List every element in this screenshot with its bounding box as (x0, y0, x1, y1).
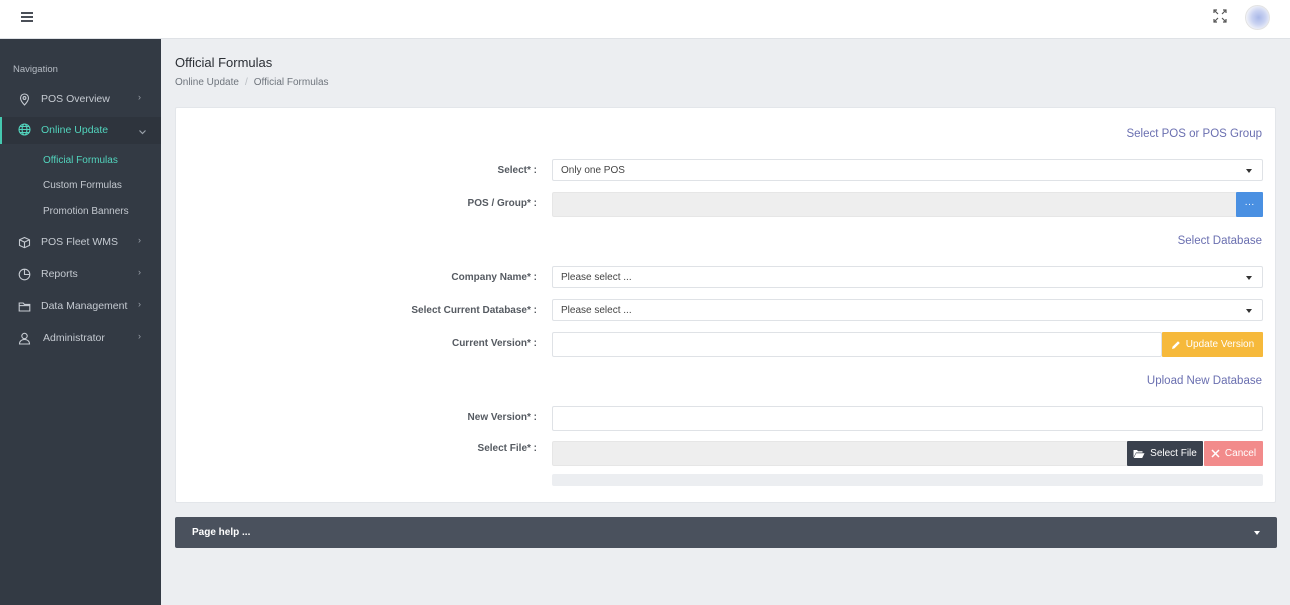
sidebar-item-label: POS Overview (41, 93, 110, 105)
caret-down-icon (1246, 276, 1252, 280)
select-type-value: Only one POS (561, 165, 625, 176)
pos-group-browse-button[interactable]: ··· (1236, 192, 1263, 217)
chevron-right-icon: › (138, 235, 141, 245)
upload-progress-bar (552, 474, 1263, 486)
current-version-input[interactable] (552, 332, 1162, 357)
map-pin-icon (19, 93, 30, 106)
current-version-label: Current Version* : (451, 338, 537, 349)
hamburger-icon[interactable] (21, 12, 33, 24)
page-help-panel[interactable]: Page help ... (175, 517, 1277, 548)
pencil-icon (1171, 340, 1180, 349)
sidebar-item-label: Administrator (43, 332, 105, 344)
current-database-value: Please select ... (561, 305, 632, 316)
sidebar-item-pos-fleet-wms[interactable]: POS Fleet WMS › (0, 230, 161, 255)
select-file-button[interactable]: Select File (1127, 441, 1203, 466)
form-card: Select POS or POS Group Select* : Only o… (175, 107, 1276, 503)
pos-group-label: POS / Group* : (467, 198, 537, 209)
section-link-upload-database[interactable]: Upload New Database (1147, 375, 1262, 387)
file-path-input[interactable] (552, 441, 1128, 466)
breadcrumb-separator: / (244, 77, 248, 88)
sidebar-subitem-promotion-banners[interactable]: Promotion Banners (43, 206, 129, 217)
sidebar: Navigation POS Overview › Online Update … (0, 39, 161, 605)
section-link-select-database[interactable]: Select Database (1178, 235, 1262, 247)
chevron-right-icon: › (138, 92, 141, 102)
chevron-right-icon: › (138, 267, 141, 277)
select-file-label-text: Select File (1150, 448, 1197, 459)
new-version-input[interactable] (552, 406, 1263, 431)
caret-down-icon (1246, 169, 1252, 173)
section-link-select-pos[interactable]: Select POS or POS Group (1126, 128, 1262, 140)
box-icon (18, 236, 31, 249)
sidebar-item-label: Reports (41, 268, 78, 280)
pos-group-input[interactable] (552, 192, 1237, 217)
sidebar-item-reports[interactable]: Reports › (0, 262, 161, 287)
caret-down-icon (1254, 531, 1260, 535)
chevron-right-icon: › (138, 331, 141, 341)
cancel-button[interactable]: Cancel (1204, 441, 1263, 466)
sidebar-item-label: POS Fleet WMS (41, 236, 119, 248)
select-label: Select* : (497, 165, 537, 176)
company-dropdown[interactable]: Please select ... (552, 266, 1263, 288)
sidebar-item-online-update[interactable]: Online Update (0, 117, 161, 144)
update-version-button[interactable]: Update Version (1162, 332, 1263, 357)
select-file-label: Select File* : (477, 443, 537, 454)
page-help-label: Page help ... (192, 527, 251, 538)
breadcrumb-item[interactable]: Online Update (175, 77, 239, 88)
folder-icon (18, 302, 31, 312)
page-title: Official Formulas (175, 55, 273, 70)
expand-icon[interactable] (1213, 9, 1227, 23)
sidebar-item-label: Online Update (41, 124, 109, 136)
folder-open-icon (1133, 449, 1145, 458)
sidebar-subitem-custom-formulas[interactable]: Custom Formulas (43, 180, 122, 191)
breadcrumb: Online Update / Official Formulas (175, 77, 329, 88)
sidebar-subitem-official-formulas[interactable]: Official Formulas (43, 155, 118, 166)
globe-icon (18, 123, 31, 136)
sidebar-item-data-management[interactable]: Data Management › (0, 294, 161, 319)
chevron-down-icon (139, 130, 146, 135)
sidebar-item-label: Data Management (41, 300, 128, 312)
user-icon (18, 332, 31, 345)
cancel-label: Cancel (1224, 448, 1257, 459)
avatar[interactable] (1245, 5, 1270, 30)
sidebar-item-pos-overview[interactable]: POS Overview › (0, 87, 161, 112)
top-bar (0, 0, 1290, 39)
company-value: Please select ... (561, 272, 632, 283)
select-type-dropdown[interactable]: Only one POS (552, 159, 1263, 181)
new-version-label: New Version* : (467, 412, 537, 423)
sidebar-item-administrator[interactable]: Administrator › (0, 326, 161, 351)
update-version-label: Update Version (1185, 339, 1255, 350)
chevron-right-icon: › (138, 299, 141, 309)
current-database-label: Select Current Database* : (411, 305, 537, 316)
caret-down-icon (1246, 309, 1252, 313)
pie-chart-icon (18, 268, 31, 281)
nav-heading: Navigation (13, 64, 58, 75)
breadcrumb-item-current: Official Formulas (253, 77, 329, 88)
current-database-dropdown[interactable]: Please select ... (552, 299, 1263, 321)
company-label: Company Name* : (451, 272, 537, 283)
close-icon (1211, 449, 1220, 458)
